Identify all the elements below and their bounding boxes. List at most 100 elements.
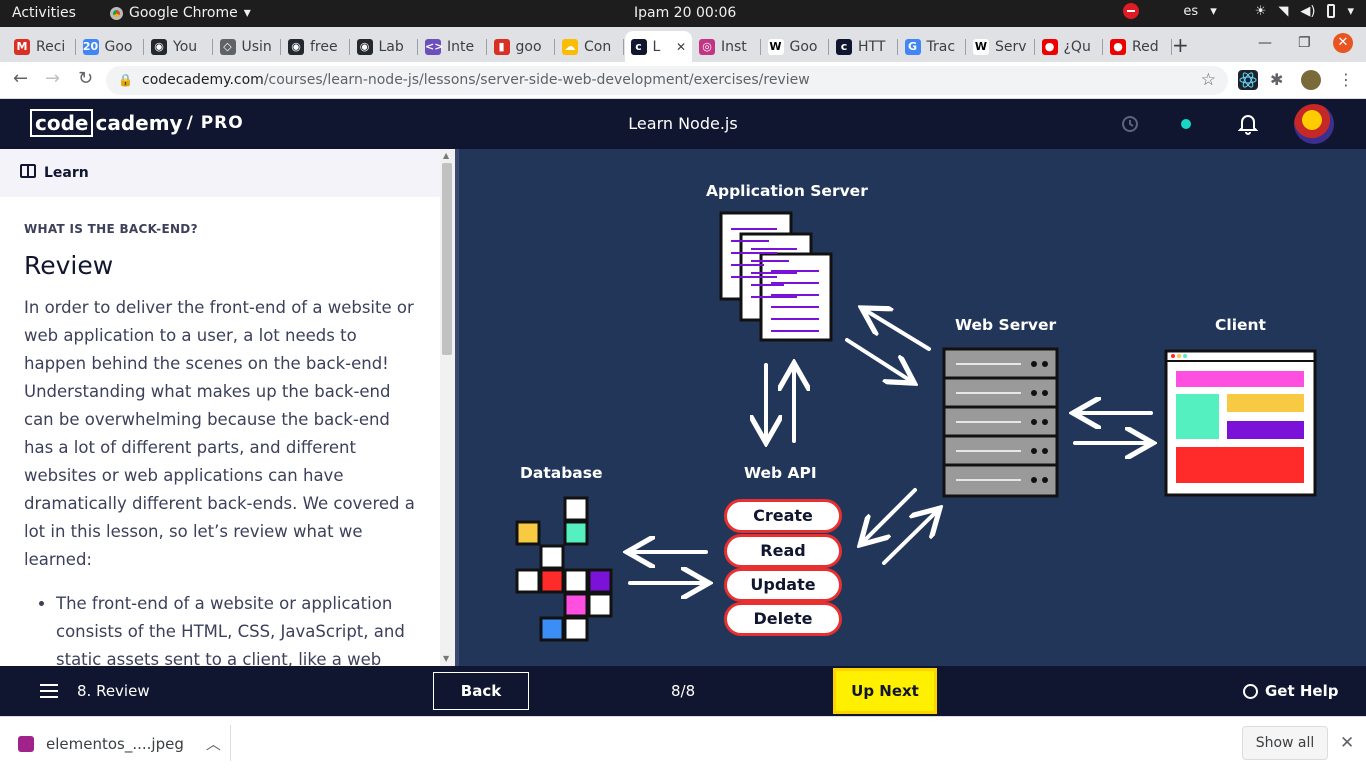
browser-tab[interactable]: ◇ Usin: [214, 31, 281, 62]
tab-title: Usin: [241, 38, 272, 55]
download-item[interactable]: elementos_....jpeg ︿: [18, 733, 221, 754]
lesson-title: Review: [24, 251, 114, 280]
lesson-menu-label[interactable]: 8. Review: [77, 682, 150, 700]
book-icon: [20, 164, 36, 178]
scrollbar-thumb[interactable]: [442, 163, 452, 355]
close-icon[interactable]: ✕: [1340, 733, 1354, 753]
user-avatar[interactable]: [1294, 104, 1334, 144]
redhat-icon: ●: [1041, 38, 1058, 55]
alarm-clock-icon[interactable]: [1120, 113, 1140, 137]
tab-title: Serv: [995, 38, 1027, 55]
clock[interactable]: Ipam 20 00:06: [634, 5, 736, 21]
tab-separator: [828, 39, 829, 55]
show-all-button[interactable]: Show all: [1242, 726, 1328, 760]
browser-tab[interactable]: ◉ You: [145, 31, 213, 62]
volume-icon[interactable]: ◀): [1300, 4, 1315, 19]
system-tray[interactable]: es ▾ ☀ ◥ ◀) ▾: [1123, 3, 1354, 19]
browser-tab[interactable]: c L ✕: [624, 31, 692, 62]
instagram-icon: ◎: [699, 38, 715, 55]
scroll-down-icon[interactable]: ▼: [443, 654, 449, 663]
browser-tab[interactable]: ● Red: [1104, 31, 1172, 62]
browser-tab[interactable]: M Reci: [8, 31, 76, 62]
extensions-puzzle-icon[interactable]: ✱: [1270, 70, 1290, 90]
browser-tab[interactable]: ☁ Con: [556, 31, 624, 62]
codecademy-header: code cademy / PRO Learn Node.js: [0, 99, 1366, 149]
get-help-label: Get Help: [1265, 682, 1339, 700]
tab-separator: [211, 39, 213, 55]
up-next-button[interactable]: Up Next: [833, 668, 937, 714]
progress-counter: 8/8: [671, 682, 696, 700]
close-window-button[interactable]: ✕: [1333, 33, 1353, 53]
translate-icon: G: [904, 38, 921, 55]
client-browser-icon: [1164, 349, 1317, 497]
tab-title: Trac: [926, 38, 956, 55]
github-icon: ◉: [288, 38, 304, 55]
scroll-up-icon[interactable]: ▲: [443, 151, 449, 160]
activities-button[interactable]: Activities: [12, 5, 76, 21]
browser-tab[interactable]: ● ¿Qu: [1036, 31, 1103, 62]
tab-separator: [485, 39, 487, 55]
get-help-button[interactable]: Get Help: [1243, 682, 1338, 700]
web-server-label: Web Server: [955, 316, 1057, 334]
language-indicator[interactable]: es: [1183, 4, 1198, 19]
download-shelf: elementos_....jpeg ︿ Show all ✕: [0, 716, 1366, 768]
chrome-icon: [110, 6, 123, 20]
wikipedia-icon: W: [767, 38, 784, 55]
forward-arrow-icon[interactable]: →: [45, 68, 60, 89]
address-bar[interactable]: 🔒 codecademy.com/courses/learn-node-js/l…: [106, 66, 1228, 95]
application-server-documents-icon: [719, 211, 833, 342]
app-menu[interactable]: Google Chrome ▾: [110, 5, 251, 21]
browser-tab[interactable]: ◉ Lab: [351, 31, 418, 62]
back-button[interactable]: Back: [433, 672, 529, 710]
restore-icon[interactable]: ❐: [1298, 35, 1311, 51]
crud-delete: Delete: [724, 602, 842, 636]
tab-title: goo: [515, 38, 542, 55]
learn-panel-header[interactable]: Learn: [0, 149, 440, 197]
github-icon: ◉: [151, 38, 167, 55]
browser-tab[interactable]: ◉ free: [282, 31, 350, 62]
browser-tab[interactable]: 20 Goo: [77, 31, 144, 62]
do-not-disturb-icon[interactable]: [1123, 3, 1140, 19]
tab-separator: [554, 39, 555, 55]
browser-tab[interactable]: ▮ goo: [488, 31, 555, 62]
chevron-up-icon[interactable]: ︿: [206, 733, 221, 754]
chevron-down-icon[interactable]: ▾: [1347, 4, 1354, 19]
site-icon: ◇: [219, 38, 236, 55]
learn-scrollbar[interactable]: ▲ ▼: [440, 149, 455, 666]
tab-separator: [896, 39, 898, 55]
browser-tab[interactable]: W Serv: [967, 31, 1035, 62]
profile-avatar[interactable]: [1301, 70, 1321, 90]
battery-icon[interactable]: [1327, 4, 1336, 18]
codecademy-icon: c: [630, 38, 647, 55]
minimize-icon[interactable]: —: [1258, 35, 1272, 51]
bookmark-star-icon[interactable]: ☆: [1201, 66, 1216, 95]
notifications-bell-icon[interactable]: [1237, 113, 1259, 139]
web-api-label: Web API: [744, 464, 817, 482]
chrome-menu-icon[interactable]: ⋮: [1338, 70, 1358, 90]
react-devtools-icon[interactable]: [1238, 70, 1258, 90]
browser-tab[interactable]: c HTT: [830, 31, 898, 62]
browser-toolbar: ← → ↻ 🔒 codecademy.com/courses/learn-nod…: [0, 62, 1366, 99]
online-status-dot: [1181, 119, 1191, 129]
reload-icon[interactable]: ↻: [78, 68, 93, 89]
browser-tab[interactable]: G Trac: [899, 31, 966, 62]
browser-tab[interactable]: W Goo: [762, 31, 829, 62]
database-grid-icon: [515, 496, 613, 642]
back-arrow-icon[interactable]: ←: [13, 68, 28, 89]
lesson-eyebrow: WHAT IS THE BACK-END?: [24, 222, 198, 236]
hamburger-menu-icon[interactable]: [40, 684, 58, 698]
tab-title: Reci: [36, 38, 66, 55]
lock-icon[interactable]: 🔒: [118, 66, 133, 95]
github-icon: ◉: [356, 38, 373, 55]
browser-tab[interactable]: <> Inte: [419, 31, 487, 62]
tab-title: Goo: [104, 38, 133, 55]
close-tab-icon[interactable]: ✕: [676, 40, 686, 54]
data-flow-arrows: [630, 310, 1151, 583]
download-filename: elementos_....jpeg: [46, 734, 184, 753]
tab-title: free: [310, 38, 338, 55]
brightness-icon[interactable]: ☀: [1255, 4, 1267, 19]
wifi-icon[interactable]: ◥: [1278, 4, 1288, 19]
image-file-icon: [18, 735, 34, 752]
new-tab-button[interactable]: +: [1172, 33, 1189, 57]
browser-tab[interactable]: ◎ Inst: [693, 31, 761, 62]
